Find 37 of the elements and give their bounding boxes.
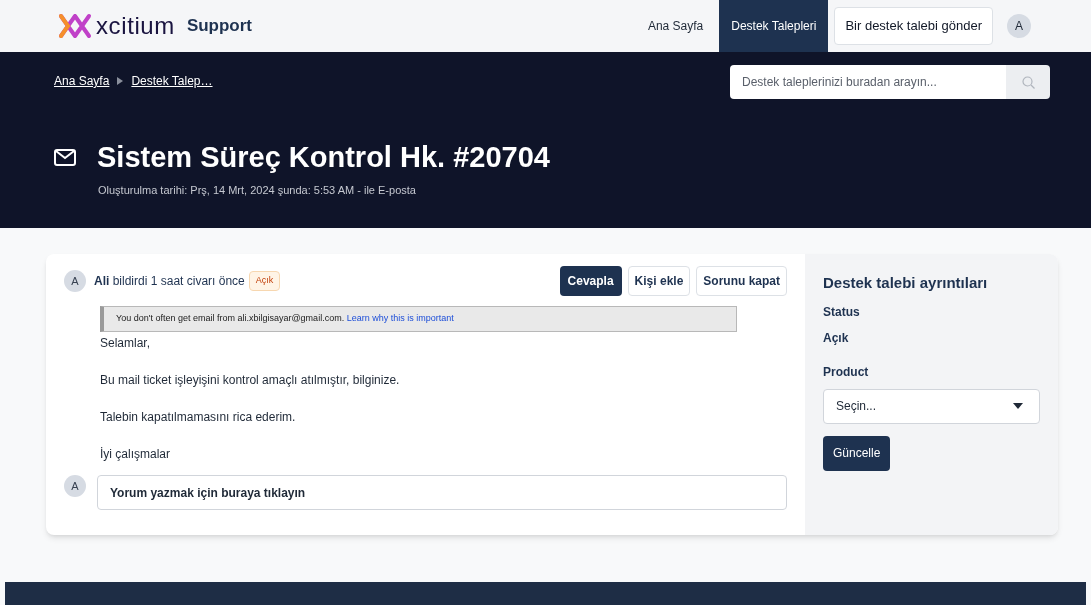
action-button[interactable]: Sorunu kapat xyxy=(696,266,787,296)
search-button[interactable] xyxy=(1006,65,1050,99)
breadcrumb-link[interactable]: Ana Sayfa xyxy=(54,72,110,90)
envelope-icon xyxy=(54,149,76,167)
email-warning-text: You don't often get email from ali.xbilgisayar@gmail.com. Learn why this is important xyxy=(116,312,454,326)
nav-tab[interactable]: Ana Sayfa xyxy=(631,0,720,52)
logo-subtitle: Support xyxy=(186,15,253,38)
status-label: Status xyxy=(823,303,861,321)
user-avatar: A xyxy=(64,475,86,497)
breadcrumb-link[interactable]: Destek Talep… xyxy=(131,72,213,90)
update-button[interactable]: Güncelle xyxy=(823,435,891,471)
caret-icon xyxy=(1013,403,1023,409)
ticket-title: Sistem Süreç Kontrol Hk. #20704 xyxy=(97,140,550,175)
message-paragraph: İyi çalışmalar xyxy=(100,446,171,463)
breadcrumb-separator-icon xyxy=(117,77,124,85)
action-button[interactable]: Kişi ekle xyxy=(627,266,691,296)
search-icon xyxy=(1021,75,1035,89)
learn-more-link[interactable]: Learn why this is important xyxy=(346,313,454,324)
product-select[interactable]: Seçin... xyxy=(823,388,1040,424)
message-paragraph: Talebin kapatılmamasını rica ederim. xyxy=(100,409,297,426)
details-title: Destek talebi ayrıntıları xyxy=(823,273,989,293)
logo-icon xyxy=(58,13,92,39)
product-label: Product xyxy=(823,363,870,381)
submit-request-button[interactable]: Bir destek talebi gönder xyxy=(834,7,993,45)
message-paragraph: Bu mail ticket işleyişini kontrol amaçlı atılmıştır, bilginize. xyxy=(100,372,401,389)
ticket-created-info: Oluşturulma tarihi: Prş, 14 Mrt, 2024 şunda: 5:53 AM - ile E-posta xyxy=(98,182,417,198)
user-avatar[interactable]: A xyxy=(1007,14,1031,38)
status-value: Açık xyxy=(823,329,850,347)
comment-field[interactable]: Yorum yazmak için buraya tıklayın xyxy=(97,475,787,510)
message-byline: Ali bildirdi 1 saat civarı önce xyxy=(94,273,245,290)
nav-tab[interactable]: Destek Talepleri xyxy=(719,0,829,52)
logo-text: xcitium xyxy=(96,14,175,38)
message-paragraph: Selamlar, xyxy=(100,335,152,352)
status-badge: Açık xyxy=(248,271,281,291)
user-avatar: A xyxy=(64,270,86,292)
action-button[interactable]: Cevapla xyxy=(559,266,622,296)
search-field[interactable]: Destek taleplerinizi buradan arayın... xyxy=(730,65,1006,99)
